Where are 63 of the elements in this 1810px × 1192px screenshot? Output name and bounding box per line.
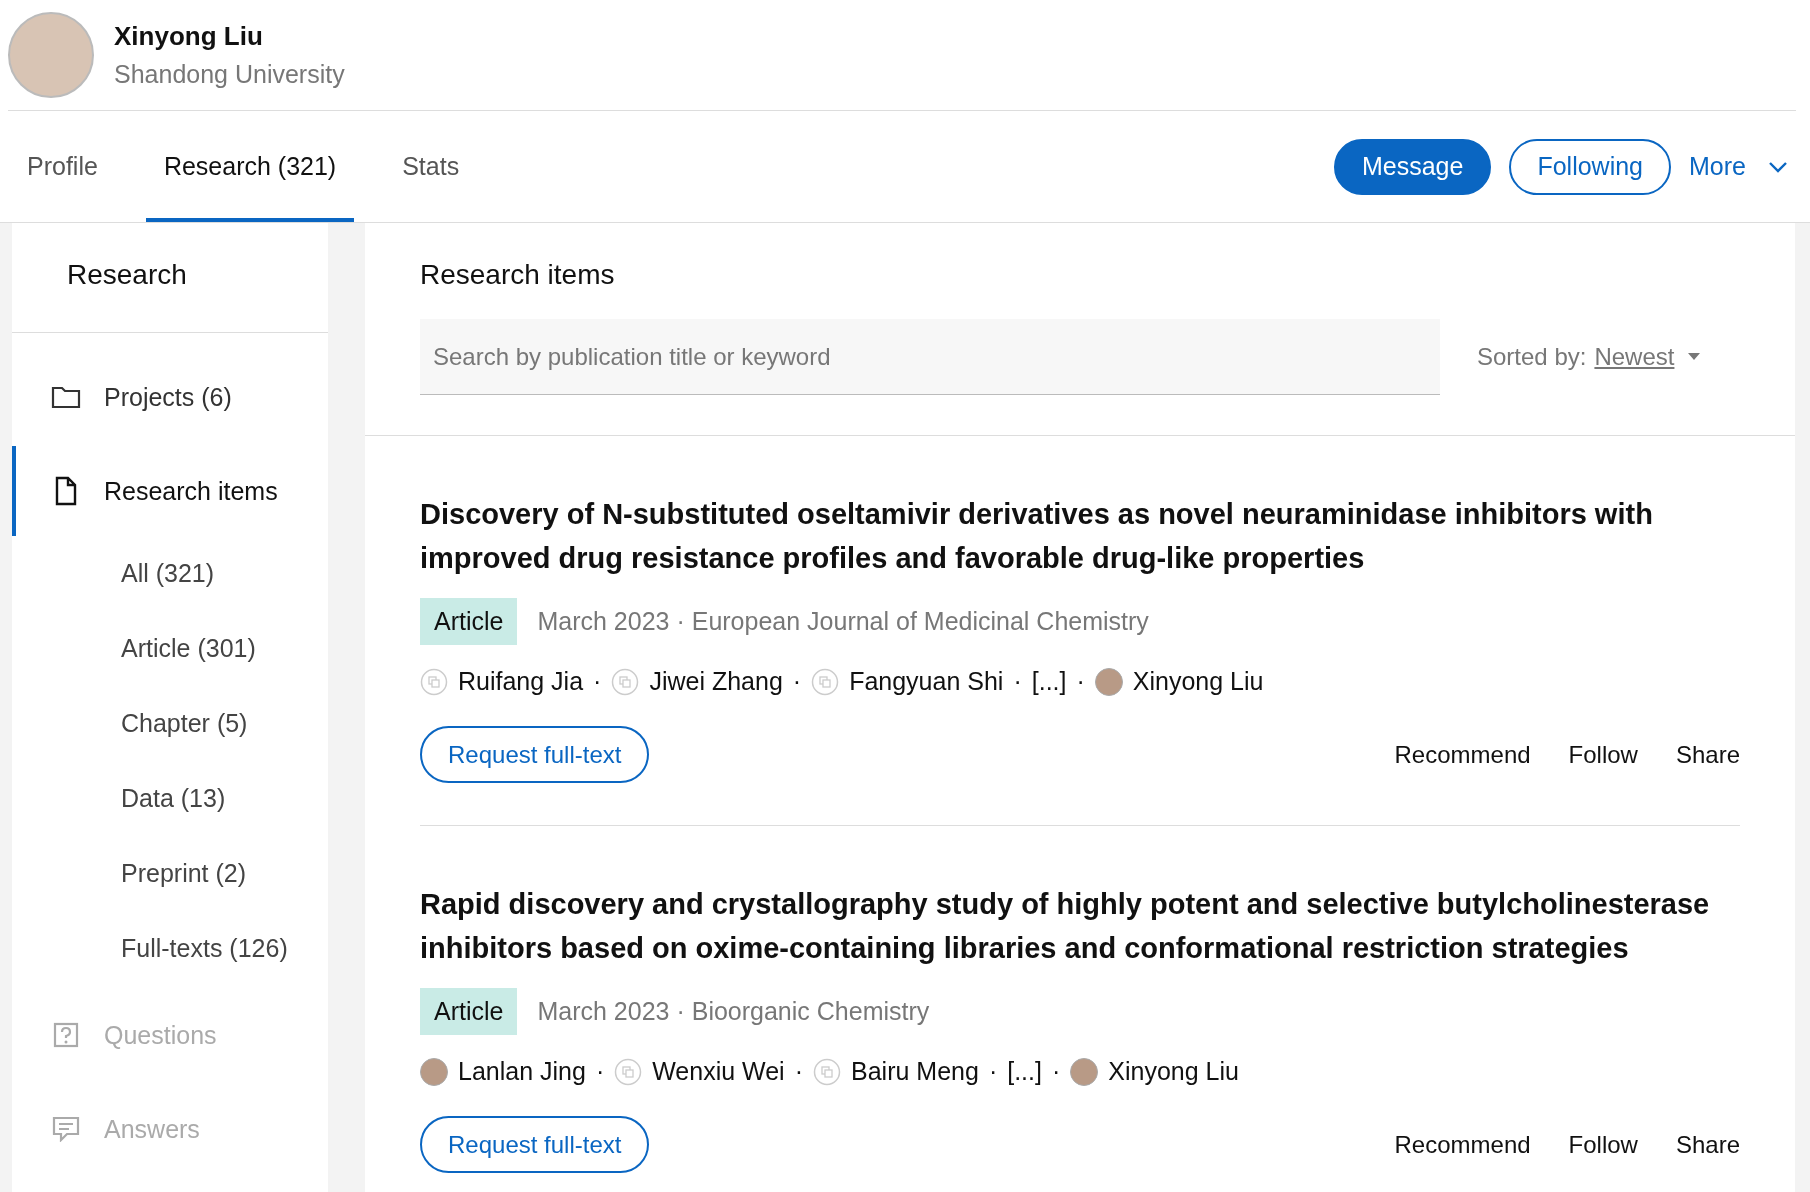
request-full-text-button[interactable]: Request full-text bbox=[420, 1116, 650, 1173]
sidebar-subitem[interactable]: Data (13) bbox=[12, 761, 328, 836]
more-authors-link[interactable]: [...] bbox=[1031, 667, 1067, 696]
institution-name: Shandong University bbox=[114, 60, 345, 89]
separator-dot: · bbox=[988, 1057, 998, 1086]
author-name[interactable]: Xinyong Liu bbox=[1132, 667, 1264, 696]
sidebar-title: Research bbox=[12, 223, 328, 333]
author-avatar bbox=[420, 1057, 448, 1086]
author-placeholder-icon bbox=[811, 667, 840, 696]
search-field[interactable]: Search by publication title or keyword bbox=[420, 319, 1440, 395]
sidebar-subitem[interactable]: Preprint (2) bbox=[12, 836, 328, 911]
author-name[interactable]: Xinyong Liu bbox=[1108, 1057, 1239, 1086]
author-avatar bbox=[1094, 667, 1123, 696]
more-menu-button[interactable]: More bbox=[1689, 152, 1788, 181]
author-name[interactable]: Jiwei Zhang bbox=[649, 667, 783, 696]
author-name[interactable]: Ruifang Jia bbox=[458, 667, 584, 696]
section-title: Research items bbox=[420, 259, 616, 291]
sidebar-subitem[interactable]: Full-texts (126) bbox=[12, 911, 328, 986]
publication-action[interactable]: Recommend bbox=[1394, 740, 1531, 769]
sort-dropdown[interactable]: Newest bbox=[1594, 343, 1675, 371]
chevron-down-icon bbox=[1768, 160, 1788, 173]
profile-name: Xinyong Liu bbox=[114, 21, 264, 52]
sidebar-item[interactable]: Research items bbox=[12, 446, 328, 536]
publication-action[interactable]: Share bbox=[1675, 740, 1740, 769]
publication-meta: March 2023 · Bioorganic Chemistry bbox=[537, 997, 930, 1026]
type-badge: Article bbox=[420, 988, 518, 1035]
publication-action[interactable]: Follow bbox=[1568, 1130, 1638, 1159]
more-authors-link[interactable]: [...] bbox=[1007, 1057, 1042, 1086]
request-full-text-button[interactable]: Request full-text bbox=[420, 726, 650, 783]
author-avatar bbox=[1070, 1057, 1099, 1086]
sidebar-subitem[interactable]: All (321) bbox=[12, 536, 328, 611]
publication-meta: March 2023 · European Journal of Medicinal Chemistry bbox=[537, 607, 1149, 636]
author-name[interactable]: Fangyuan Shi bbox=[849, 667, 1004, 696]
author-placeholder-icon bbox=[813, 1057, 841, 1086]
profile-tab[interactable]: Profile bbox=[9, 111, 116, 222]
author-name[interactable]: Wenxiu Wei bbox=[652, 1057, 785, 1086]
author-placeholder-icon bbox=[611, 667, 640, 696]
author-name[interactable]: Lanlan Jing bbox=[458, 1057, 586, 1086]
folder-icon bbox=[49, 385, 83, 409]
sidebar-subitem[interactable]: Chapter (5) bbox=[12, 686, 328, 761]
sidebar-subitem[interactable]: Article (301) bbox=[12, 611, 328, 686]
separator-dot: · bbox=[1051, 1057, 1061, 1086]
separator-dot: · bbox=[1013, 667, 1022, 696]
author-name[interactable]: Bairu Meng bbox=[851, 1057, 979, 1086]
author-placeholder-icon bbox=[614, 1057, 643, 1086]
publication-action[interactable]: Recommend bbox=[1394, 1130, 1531, 1159]
dropdown-caret-icon bbox=[1688, 353, 1701, 361]
separator-dot: · bbox=[593, 667, 602, 696]
publication-action[interactable]: Follow bbox=[1568, 740, 1638, 769]
author-placeholder-icon bbox=[420, 667, 448, 696]
message-button[interactable]: Message bbox=[1333, 138, 1492, 195]
separator-dot: · bbox=[595, 1057, 605, 1086]
publication-action[interactable]: Share bbox=[1675, 1130, 1740, 1159]
publication-title[interactable]: Discovery of N-substituted oseltamivir derivatives as novel neuraminidase inhibitors with improved drug resistance profiles and favorable drug-like properties bbox=[420, 492, 1740, 580]
separator-dot: · bbox=[792, 667, 802, 696]
sort-label: Sorted by: bbox=[1477, 343, 1587, 371]
type-badge: Article bbox=[420, 598, 518, 645]
following-button[interactable]: Following bbox=[1509, 138, 1672, 195]
separator-dot: · bbox=[1076, 667, 1085, 696]
sidebar-item[interactable]: Projects (6) bbox=[12, 352, 328, 442]
separator-dot: · bbox=[794, 1057, 803, 1086]
profile-tab[interactable]: Stats bbox=[384, 111, 478, 222]
publication-title[interactable]: Rapid discovery and crystallography study of highly potent and selective butylcholinesterase inhibitors based on oxime-containing libraries and conformational restriction strategies bbox=[420, 882, 1740, 970]
